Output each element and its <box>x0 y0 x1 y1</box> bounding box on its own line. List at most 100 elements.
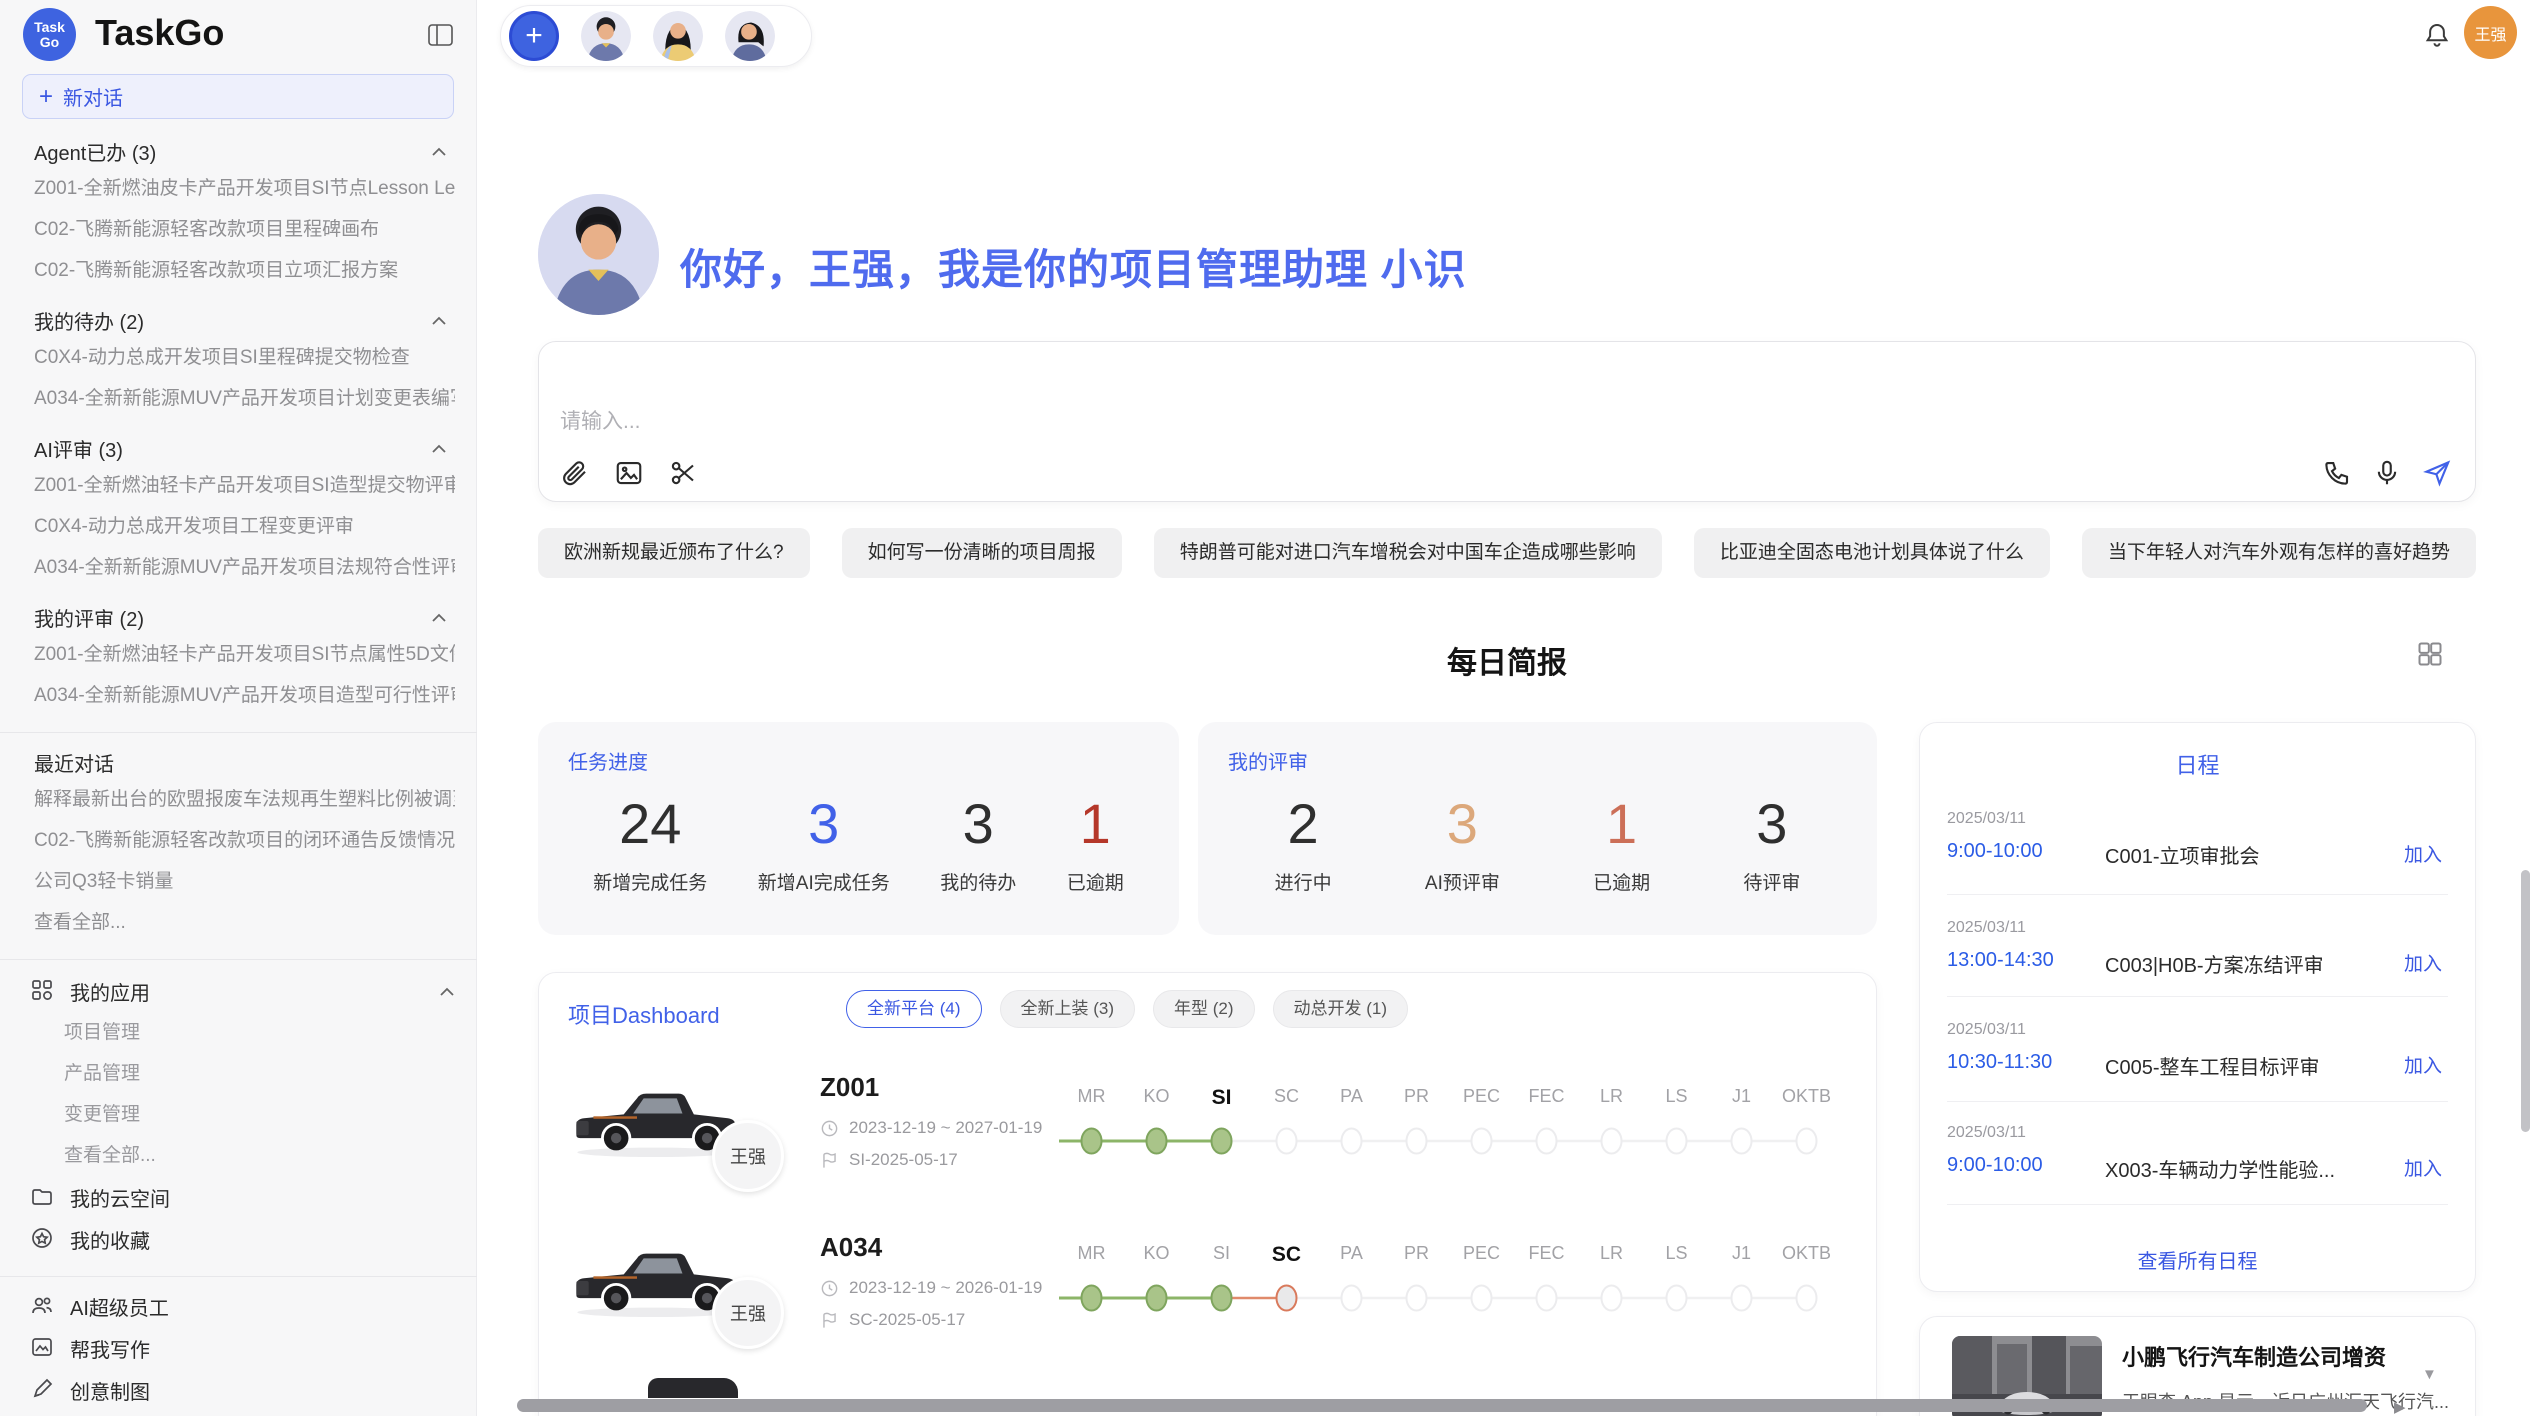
scroll-right-arrow-icon[interactable]: ▶ <box>2394 1398 2406 1416</box>
tab-powertrain-dev[interactable]: 动总开发 (1) <box>1273 990 1409 1028</box>
user-avatar[interactable]: 王强 <box>2464 6 2517 59</box>
layout-grid-icon[interactable] <box>2416 640 2444 668</box>
vertical-scrollbar[interactable] <box>2521 870 2530 1132</box>
screenshot-scissors-icon[interactable] <box>668 458 700 490</box>
conversation-item[interactable]: A034-全新新能源MUV产品开发项目计划变更表编写 <box>34 378 455 419</box>
my-reviews-title: 我的评审 <box>1228 746 1847 775</box>
stat-review-overdue: 1已逾期 <box>1593 791 1650 895</box>
flag-icon <box>820 1311 839 1330</box>
conversation-item[interactable]: C0X4-动力总成开发项目SI里程碑提交物检查 <box>34 337 455 378</box>
chat-input-placeholder[interactable]: 请输入... <box>560 405 641 435</box>
new-session-button[interactable]: + <box>509 11 559 61</box>
project-owner-avatar: 王强 <box>712 1277 784 1349</box>
microphone-icon[interactable] <box>2372 458 2404 490</box>
app-window: Task Go TaskGo + 新对话 Agent已办 (3) Z001-全新… <box>0 0 2532 1416</box>
conversation-item[interactable]: Z001-全新燃油轻卡产品开发项目SI造型提交物评审 <box>34 465 455 506</box>
phone-call-icon[interactable] <box>2322 458 2354 490</box>
stat-value: 2 <box>1275 791 1332 856</box>
suggestion-chip[interactable]: 当下年轻人对汽车外观有怎样的喜好趋势 <box>2082 528 2476 578</box>
divider <box>1947 1204 2448 1205</box>
join-meeting-link[interactable]: 加入 <box>2404 1154 2442 1181</box>
assistant-avatar <box>538 194 659 315</box>
stat-new-ai-done: 3 新增AI完成任务 <box>758 791 890 895</box>
agent-avatar-3[interactable] <box>725 11 775 61</box>
project-node-row: SI-2025-05-17 <box>820 1150 958 1170</box>
cloud-folder-icon <box>30 1184 56 1210</box>
sidebar-item-favorites[interactable]: 我的收藏 <box>30 1218 455 1260</box>
stat-pending-review: 3待评审 <box>1743 791 1800 895</box>
agent-avatar-1[interactable] <box>581 11 631 61</box>
sidebar-item-creative-drawing[interactable]: 创意制图 <box>30 1369 455 1411</box>
tab-all-new-body[interactable]: 全新上装 (3) <box>1000 990 1136 1028</box>
sidebar-sections: Agent已办 (3) Z001-全新燃油皮卡产品开发项目SI节点Lesson … <box>0 122 477 1411</box>
send-icon[interactable] <box>2422 458 2454 490</box>
stat-value: 3 <box>1425 791 1500 856</box>
suggestion-chip[interactable]: 特朗普可能对进口汽车增税会对中国车企造成哪些影响 <box>1154 528 1662 578</box>
horizontal-scrollbar[interactable] <box>517 1399 2367 1412</box>
chat-input-card[interactable] <box>538 341 2476 502</box>
suggestion-chip[interactable]: 欧洲新规最近颁布了什么? <box>538 528 810 578</box>
picture-icon <box>30 1335 56 1361</box>
project-node-row: SC-2025-05-17 <box>820 1310 965 1330</box>
section-my-todo[interactable]: 我的待办 (2) <box>34 307 455 333</box>
favorites-label: 我的收藏 <box>70 1225 150 1254</box>
stat-value: 3 <box>758 791 890 856</box>
join-meeting-link[interactable]: 加入 <box>2404 1051 2442 1078</box>
conversation-item[interactable]: Z001-全新燃油轻卡产品开发项目SI节点属性5D文件评审 <box>34 634 455 675</box>
chevron-up-icon[interactable] <box>431 140 447 163</box>
conversation-item[interactable]: A034-全新新能源MUV产品开发项目法规符合性评审 <box>34 547 455 588</box>
sidebar-item-ai-super-staff[interactable]: AI超级员工 <box>30 1285 455 1327</box>
conversation-item[interactable]: C02-飞腾新能源轻客改款项目立项汇报方案 <box>34 250 455 291</box>
attachment-icon[interactable] <box>560 458 592 490</box>
join-meeting-link[interactable]: 加入 <box>2404 949 2442 976</box>
conversation-item[interactable]: Z001-全新燃油皮卡产品开发项目SI节点Lesson Learn报告 <box>34 168 455 209</box>
project-date-range: 2023-12-19 ~ 2027-01-19 <box>849 1118 1042 1138</box>
suggestion-chip[interactable]: 如何写一份清晰的项目周报 <box>842 528 1122 578</box>
app-item-project-mgmt[interactable]: 项目管理 <box>64 1012 477 1053</box>
notification-bell-icon[interactable] <box>2422 20 2452 50</box>
section-agent-done-list: Z001-全新燃油皮卡产品开发项目SI节点Lesson Learn报告 C02-… <box>34 168 455 291</box>
conversation-item[interactable]: C0X4-动力总成开发项目工程变更评审 <box>34 506 455 547</box>
scroll-down-arrow-icon[interactable]: ▼ <box>2422 1366 2437 1383</box>
agent-avatar-2[interactable] <box>653 11 703 61</box>
project-code[interactable]: Z001 <box>820 1072 879 1103</box>
stat-label: 新增AI完成任务 <box>758 868 890 895</box>
milestone-track <box>1059 1121 1839 1166</box>
conversation-item[interactable]: C02-飞腾新能源轻客改款项目的闭环通告反馈情况 <box>34 820 455 861</box>
divider <box>0 1276 477 1277</box>
my-reviews-stats: 2进行中 3AI预评审 1已逾期 3待评审 <box>1228 791 1847 895</box>
conversation-item[interactable]: 解释最新出台的欧盟报废车法规再生塑料比例被调至15%... <box>34 779 455 820</box>
section-my-review[interactable]: 我的评审 (2) <box>34 604 455 630</box>
sidebar-item-cloud-space[interactable]: 我的云空间 <box>30 1176 455 1218</box>
suggestion-chip[interactable]: 比亚迪全固态电池计划具体说了什么 <box>1694 528 2050 578</box>
tab-model-year[interactable]: 年型 (2) <box>1153 990 1255 1028</box>
daily-briefing-title: 每日简报 <box>538 638 2476 682</box>
section-ai-review[interactable]: AI评审 (3) <box>34 435 455 461</box>
tab-all-new-platform[interactable]: 全新平台 (4) <box>846 990 982 1028</box>
conversation-item[interactable]: A034-全新新能源MUV产品开发项目造型可行性评审 <box>34 675 455 716</box>
project-code[interactable]: A034 <box>820 1232 882 1263</box>
chevron-up-icon[interactable] <box>431 309 447 332</box>
image-upload-icon[interactable] <box>614 458 646 490</box>
chevron-up-icon[interactable] <box>439 980 455 1003</box>
milestone-track <box>1059 1278 1839 1323</box>
chevron-up-icon[interactable] <box>431 437 447 460</box>
join-meeting-link[interactable]: 加入 <box>2404 840 2442 867</box>
stat-in-progress: 2进行中 <box>1275 791 1332 895</box>
sidebar-collapse-icon[interactable] <box>428 24 453 51</box>
app-item-product-mgmt[interactable]: 产品管理 <box>64 1053 477 1094</box>
new-chat-button[interactable]: + 新对话 <box>22 74 454 119</box>
sidebar-item-my-apps[interactable]: 我的应用 <box>30 970 455 1012</box>
app-item-view-all[interactable]: 查看全部... <box>64 1135 477 1176</box>
chevron-up-icon[interactable] <box>431 606 447 629</box>
conversation-item[interactable]: 公司Q3轻卡销量 <box>34 861 455 902</box>
app-item-change-mgmt[interactable]: 变更管理 <box>64 1094 477 1135</box>
section-agent-done[interactable]: Agent已办 (3) <box>34 138 455 164</box>
conversation-item[interactable]: C02-飞腾新能源轻客改款项目里程碑画布 <box>34 209 455 250</box>
schedule-entry-time: 13:00-14:30 <box>1947 949 2054 972</box>
divider <box>1947 1101 2448 1102</box>
view-all-schedule-link[interactable]: 查看所有日程 <box>1919 1245 2476 1274</box>
view-all-conversations[interactable]: 查看全部... <box>34 902 455 943</box>
sidebar-item-help-me-write[interactable]: 帮我写作 <box>30 1327 455 1369</box>
news-title[interactable]: 小鹏飞行汽车制造公司增资 <box>2122 1340 2452 1372</box>
